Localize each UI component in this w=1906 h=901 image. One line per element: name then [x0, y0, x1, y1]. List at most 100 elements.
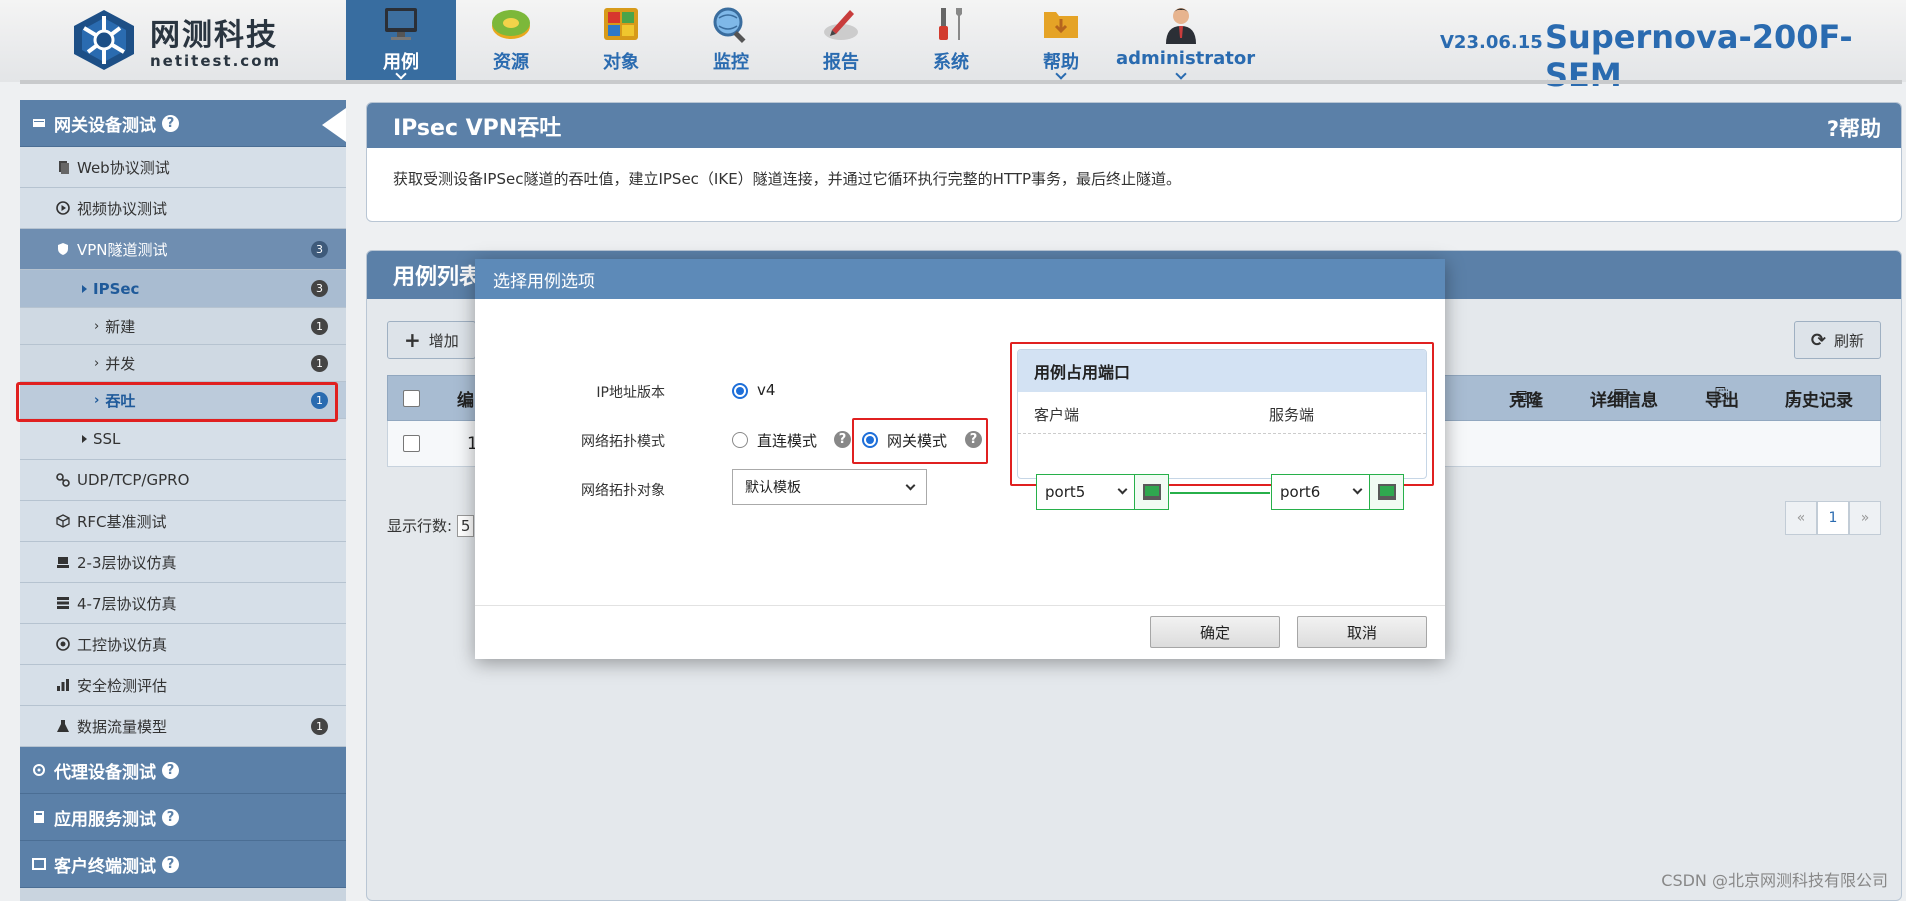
topology-object-select[interactable]: 默认模板 — [732, 469, 927, 505]
sidebar-item-label: IPSec — [93, 279, 140, 298]
sidebar-item-traffic-model[interactable]: 数据流量模型 1 — [20, 706, 346, 747]
sidebar-group-proxy[interactable]: 代理设备测试 ? — [20, 747, 346, 794]
export-icon[interactable]: ⎘ — [1715, 385, 1729, 405]
monitor-icon — [385, 8, 417, 40]
sidebar-item-throughput[interactable]: › 吞吐 1 — [20, 382, 346, 419]
nav-cases[interactable]: 用例 — [346, 0, 456, 82]
sidebar-item-label: SSL — [93, 430, 121, 448]
ok-button[interactable]: 确定 — [1150, 616, 1280, 648]
sidebar-item-label: UDP/TCP/GPRO — [77, 471, 190, 489]
sidebar-item-label: 并发 — [105, 354, 136, 373]
ip-v4-radio[interactable] — [732, 383, 748, 399]
sidebar-item-video[interactable]: 视频协议测试 — [20, 188, 346, 229]
server-port-select[interactable]: port6 — [1271, 474, 1404, 510]
sidebar-group-app[interactable]: 应用服务测试 ? — [20, 794, 346, 841]
network-port-icon[interactable] — [1369, 475, 1403, 509]
sidebar-group-label: 网关设备测试 — [54, 115, 156, 136]
rows-select[interactable]: 5 — [456, 515, 475, 537]
flask-icon — [57, 720, 69, 732]
history-link[interactable]: 1 — [1789, 387, 1799, 405]
rows-label: 显示行数: — [387, 517, 453, 535]
count-badge: 1 — [311, 391, 328, 409]
sidebar-group-client[interactable]: 客户终端测试 ? — [20, 841, 346, 888]
calculator-icon — [34, 811, 44, 823]
nav-monitor[interactable]: 监控 — [676, 0, 786, 82]
ports-panel: 用例占用端口 客户端 服务端 — [1017, 349, 1427, 479]
nav-label: 系统 — [933, 52, 969, 73]
target-icon — [56, 637, 70, 651]
caret-right-icon — [82, 435, 87, 443]
sidebar-item-security[interactable]: 安全检测评估 — [20, 665, 346, 706]
nav-objects[interactable]: 对象 — [566, 0, 676, 82]
row-checkbox[interactable] — [403, 435, 420, 452]
sidebar-item-label: 吞吐 — [105, 391, 136, 410]
help-icon[interactable]: ? — [162, 114, 179, 132]
count-badge: 1 — [311, 717, 328, 735]
topology-direct-label: 直连模式 — [757, 432, 818, 450]
select-all-checkbox[interactable] — [403, 389, 420, 407]
client-port-value: port5 — [1045, 483, 1086, 501]
sidebar-item-web[interactable]: Web协议测试 — [20, 147, 346, 188]
detail-list-icon[interactable]: ▤ — [1613, 385, 1629, 405]
nav-report[interactable]: 报告 — [786, 0, 896, 82]
prev-page-button[interactable]: « — [1785, 501, 1817, 535]
resource-disc-icon — [492, 10, 530, 39]
topology-direct-radio[interactable] — [732, 432, 748, 448]
cancel-button[interactable]: 取消 — [1297, 616, 1427, 648]
nav-user-menu[interactable]: administrator — [1116, 0, 1255, 82]
brand-url: netitest.com — [150, 52, 282, 70]
collapse-sidebar-icon[interactable] — [322, 108, 346, 142]
stack-icon — [57, 557, 69, 568]
sidebar-item-concurrent[interactable]: › 并发 1 — [20, 345, 346, 382]
sidebar-item-industrial[interactable]: 工控协议仿真 — [20, 624, 346, 665]
sidebar: 网关设备测试 ? Web协议测试 视频协议测试 VPN隧道测试 3 IPSec … — [20, 100, 346, 901]
topology-gateway-label: 网关模式 — [887, 432, 948, 450]
topology-gateway-radio[interactable] — [862, 432, 878, 448]
help-icon[interactable]: ? — [834, 431, 851, 448]
sidebar-item-rfc[interactable]: RFC基准测试 — [20, 501, 346, 542]
sidebar-item-ipsec[interactable]: IPSec 3 — [20, 270, 346, 308]
sidebar-item-l2l3[interactable]: 2-3层协议仿真 — [20, 542, 346, 583]
add-button[interactable]: + 增加 — [387, 321, 476, 359]
help-link[interactable]: ?帮助 — [1827, 113, 1881, 143]
sidebar-item-label: VPN隧道测试 — [77, 240, 168, 259]
next-page-button[interactable]: » — [1849, 501, 1881, 535]
sidebar-item-vpn[interactable]: VPN隧道测试 3 — [20, 229, 346, 270]
clone-icon[interactable]: ⧉ — [1517, 387, 1529, 407]
ip-version-label: IP地址版本 — [596, 385, 665, 401]
help-icon[interactable]: ? — [162, 808, 179, 826]
chevron-right-icon: › — [94, 318, 100, 334]
sidebar-group-label: 代理设备测试 — [54, 762, 156, 783]
help-icon[interactable]: ? — [965, 431, 982, 448]
watermark: CSDN @北京网测科技有限公司 — [1661, 871, 1888, 890]
nav-help[interactable]: 帮助 — [1006, 0, 1116, 82]
nav-label: 资源 — [493, 52, 529, 73]
help-icon[interactable]: ? — [162, 855, 179, 873]
logo-globe-icon — [74, 10, 134, 70]
sidebar-item-ssl[interactable]: SSL — [20, 419, 346, 460]
sidebar-group-gateway[interactable]: 网关设备测试 ? — [20, 100, 346, 147]
user-avatar-icon — [1166, 8, 1196, 44]
nav-resources[interactable]: 资源 — [456, 0, 566, 82]
refresh-icon: ⟳ — [1810, 329, 1826, 351]
refresh-button[interactable]: ⟳ 刷新 — [1793, 321, 1881, 359]
sidebar-item-new[interactable]: › 新建 1 — [20, 308, 346, 345]
network-port-icon[interactable] — [1134, 475, 1168, 509]
objects-icon — [604, 8, 638, 40]
sidebar-item-l4l7[interactable]: 4-7层协议仿真 — [20, 583, 346, 624]
sidebar-item-udp-tcp[interactable]: UDP/TCP/GPRO — [20, 460, 346, 501]
sidebar-item-label: 2-3层协议仿真 — [77, 553, 177, 572]
plus-icon: + — [404, 328, 421, 352]
nav-system[interactable]: 系统 — [896, 0, 1006, 82]
gear-icon — [33, 764, 45, 776]
page-number-button[interactable]: 1 — [1817, 501, 1849, 535]
client-label: 客户端 — [1034, 406, 1080, 424]
link-icon — [56, 473, 70, 487]
help-icon[interactable]: ? — [162, 761, 179, 779]
nav-label: 监控 — [713, 52, 749, 73]
brand-logo[interactable]: 网测科技 netitest.com — [68, 8, 281, 72]
server-icon — [57, 597, 69, 609]
client-port-select[interactable]: port5 — [1036, 474, 1169, 510]
dialog-footer: 确定 取消 — [475, 605, 1445, 659]
chevron-down-icon — [1352, 484, 1363, 495]
